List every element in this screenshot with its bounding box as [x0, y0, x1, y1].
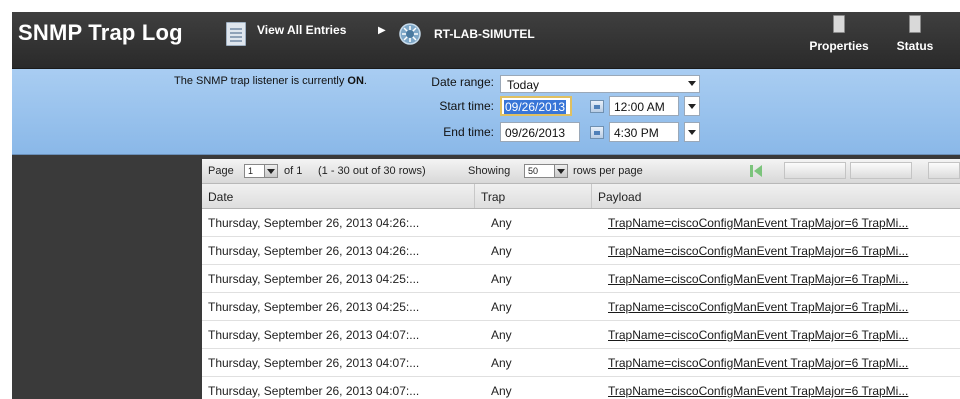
column-header-payload[interactable]: Payload: [592, 184, 960, 208]
row-payload-link[interactable]: TrapName=ciscoConfigManEvent TrapMajor=6…: [608, 300, 960, 314]
rows-per-page-select[interactable]: 50: [524, 164, 568, 178]
end-time-input[interactable]: 4:30 PM: [609, 122, 679, 142]
filter-panel: The SNMP trap listener is currently ON. …: [12, 69, 960, 155]
row-date: Thursday, September 26, 2013 04:07:...: [208, 384, 420, 398]
date-range-select[interactable]: Today: [500, 75, 700, 93]
start-time-value: 12:00 AM: [614, 100, 665, 114]
start-time-dropdown[interactable]: [684, 96, 700, 116]
app-window: SNMP Trap Log View All Entries ▶ RT-LAB-…: [12, 12, 960, 399]
status-icon: [909, 15, 921, 33]
start-time-input[interactable]: 12:00 AM: [609, 96, 679, 116]
calendar-icon[interactable]: [590, 100, 604, 113]
status-button[interactable]: Status: [892, 15, 938, 53]
document-icon[interactable]: [226, 22, 246, 46]
table-row[interactable]: Thursday, September 26, 2013 04:07:... A…: [202, 321, 960, 349]
pager-button[interactable]: [850, 162, 912, 179]
page-label: Page: [208, 165, 234, 177]
header-bar: SNMP Trap Log View All Entries ▶ RT-LAB-…: [12, 12, 960, 69]
end-date-input[interactable]: 09/26/2013: [500, 122, 580, 142]
table-row[interactable]: Thursday, September 26, 2013 04:26:... A…: [202, 209, 960, 237]
chevron-down-icon: [688, 81, 696, 86]
row-trap: Any: [491, 272, 512, 286]
row-trap: Any: [491, 328, 512, 342]
showing-label: Showing: [468, 165, 511, 177]
date-range-value: Today: [507, 78, 540, 92]
chevron-down-icon: [264, 165, 277, 177]
row-payload-link[interactable]: TrapName=ciscoConfigManEvent TrapMajor=6…: [608, 272, 960, 286]
table-row[interactable]: Thursday, September 26, 2013 04:25:... A…: [202, 293, 960, 321]
end-date-value: 09/26/2013: [505, 126, 566, 140]
row-trap: Any: [491, 384, 512, 398]
end-time-dropdown[interactable]: [684, 122, 700, 142]
end-time-label: End time:: [443, 125, 494, 139]
trap-log-grid: Page 1 of 1 (1 - 30 out of 30 rows) Show…: [202, 159, 960, 399]
end-time-value: 4:30 PM: [614, 126, 659, 140]
start-date-input[interactable]: 09/26/2013: [500, 96, 572, 116]
view-all-entries-link[interactable]: View All Entries: [257, 23, 346, 37]
row-date: Thursday, September 26, 2013 04:26:...: [208, 216, 420, 230]
table-row[interactable]: Thursday, September 26, 2013 04:26:... A…: [202, 237, 960, 265]
page-select-value: 1: [248, 166, 254, 176]
properties-icon: [833, 15, 845, 33]
rows-per-page-label: rows per page: [573, 165, 643, 177]
table-row[interactable]: Thursday, September 26, 2013 04:07:... A…: [202, 349, 960, 377]
pager-button[interactable]: [784, 162, 846, 179]
status-label: Status: [896, 39, 934, 53]
date-range-label: Date range:: [431, 75, 494, 89]
listener-status-text: The SNMP trap listener is currently ON.: [174, 75, 367, 87]
chevron-right-icon: ▶: [378, 25, 386, 36]
listener-status-suffix: .: [363, 75, 367, 87]
row-date: Thursday, September 26, 2013 04:25:...: [208, 272, 420, 286]
start-time-label: Start time:: [439, 99, 494, 113]
page-title: SNMP Trap Log: [18, 20, 183, 45]
properties-button[interactable]: Properties: [804, 15, 874, 53]
start-date-value: 09/26/2013: [504, 100, 567, 114]
row-date: Thursday, September 26, 2013 04:07:...: [208, 328, 420, 342]
table-body: Thursday, September 26, 2013 04:26:... A…: [202, 209, 960, 399]
listener-status-prefix: The SNMP trap listener is currently: [174, 75, 345, 87]
row-trap: Any: [491, 356, 512, 370]
row-trap: Any: [491, 244, 512, 258]
row-date: Thursday, September 26, 2013 04:07:...: [208, 356, 420, 370]
properties-label: Properties: [809, 39, 869, 53]
row-trap: Any: [491, 216, 512, 230]
row-date: Thursday, September 26, 2013 04:25:...: [208, 300, 420, 314]
rows-per-page-value: 50: [528, 166, 539, 176]
row-payload-link[interactable]: TrapName=ciscoConfigManEvent TrapMajor=6…: [608, 244, 960, 258]
table-row[interactable]: Thursday, September 26, 2013 04:07:... A…: [202, 377, 960, 399]
column-header-date[interactable]: Date: [202, 184, 475, 208]
row-payload-link[interactable]: TrapName=ciscoConfigManEvent TrapMajor=6…: [608, 216, 960, 230]
calendar-icon[interactable]: [590, 126, 604, 139]
chevron-down-icon: [554, 165, 567, 177]
row-payload-link[interactable]: TrapName=ciscoConfigManEvent TrapMajor=6…: [608, 328, 960, 342]
first-page-icon[interactable]: [750, 164, 764, 178]
row-payload-link[interactable]: TrapName=ciscoConfigManEvent TrapMajor=6…: [608, 384, 960, 398]
row-range-text: (1 - 30 out of 30 rows): [318, 165, 426, 177]
column-header-trap[interactable]: Trap: [475, 184, 592, 208]
row-payload-link[interactable]: TrapName=ciscoConfigManEvent TrapMajor=6…: [608, 356, 960, 370]
table-row[interactable]: Thursday, September 26, 2013 04:25:... A…: [202, 265, 960, 293]
pager-bar: Page 1 of 1 (1 - 30 out of 30 rows) Show…: [202, 159, 960, 184]
row-trap: Any: [491, 300, 512, 314]
pager-button[interactable]: [928, 162, 960, 179]
row-date: Thursday, September 26, 2013 04:26:...: [208, 244, 420, 258]
page-select[interactable]: 1: [244, 164, 278, 178]
page-count: of 1: [284, 165, 303, 177]
device-name: RT-LAB-SIMUTEL: [434, 27, 535, 41]
router-icon: [399, 23, 421, 45]
column-header-row: Date Trap Payload: [202, 184, 960, 209]
listener-state: ON: [347, 75, 364, 87]
